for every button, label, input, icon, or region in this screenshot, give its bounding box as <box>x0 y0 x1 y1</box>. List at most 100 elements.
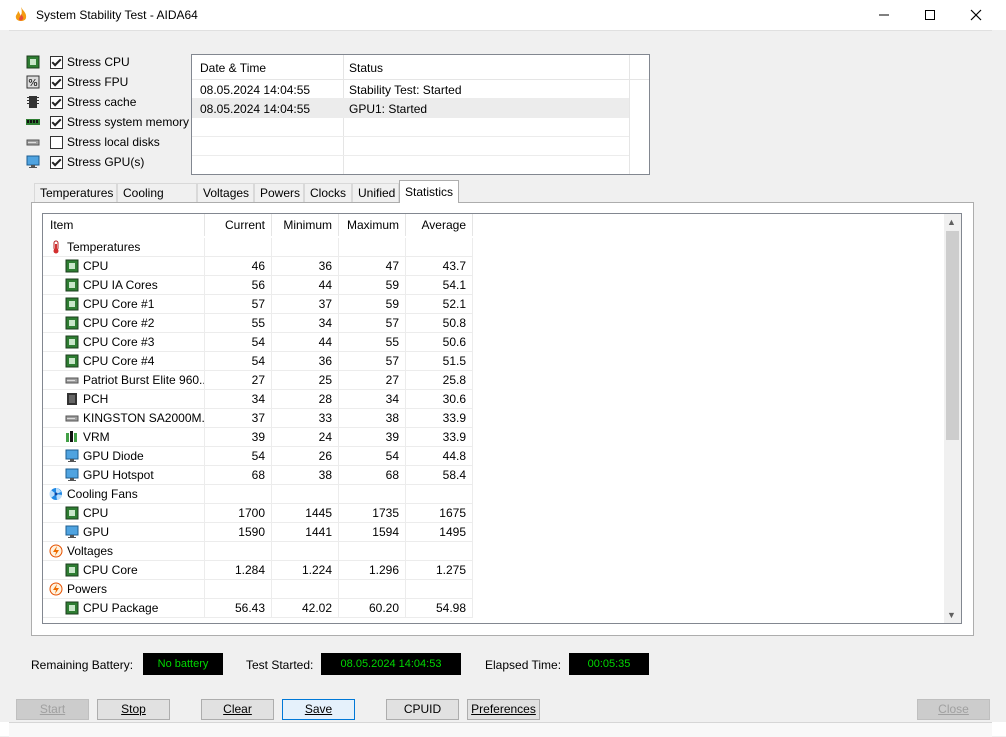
battery-value: No battery <box>143 653 223 675</box>
row-label: CPU <box>83 259 109 273</box>
table-group-row[interactable]: Voltages <box>43 542 473 561</box>
log-row[interactable]: 08.05.2024 14:04:55 GPU1: Started <box>192 99 629 118</box>
table-row[interactable]: GPU 1590 1441 1594 1495 <box>43 523 473 542</box>
table-row[interactable]: CPU Package 56.43 42.02 60.20 54.98 <box>43 599 473 618</box>
table-group-row[interactable]: Cooling Fans <box>43 485 473 504</box>
stress-option[interactable]: Stress system memory <box>26 112 189 132</box>
svg-text:%: % <box>28 78 38 89</box>
checkbox-checked[interactable] <box>50 75 63 89</box>
cell-current: 56 <box>205 276 272 295</box>
cell-item: GPU Hotspot <box>43 466 205 485</box>
column-header-item[interactable]: Item <box>43 214 205 236</box>
cell-minimum: 42.02 <box>272 599 339 618</box>
column-header-minimum[interactable]: Minimum <box>272 214 339 236</box>
close-window-button[interactable] <box>953 0 999 30</box>
event-log-list[interactable]: Date & Time Status 08.05.2024 14:04:55 S… <box>191 54 650 175</box>
row-label: CPU IA Cores <box>83 278 158 292</box>
table-row[interactable]: CPU IA Cores 56 44 59 54.1 <box>43 276 473 295</box>
cell-minimum: 38 <box>272 466 339 485</box>
stress-option[interactable]: Stress cache <box>26 92 136 112</box>
scroll-up-icon[interactable]: ▲ <box>947 217 956 227</box>
maximize-icon <box>925 10 935 20</box>
cell-minimum: 1441 <box>272 523 339 542</box>
checkbox-checked[interactable] <box>50 55 63 69</box>
stress-option[interactable]: Stress GPU(s) <box>26 152 144 172</box>
table-row[interactable]: CPU 46 36 47 43.7 <box>43 257 473 276</box>
minimize-button[interactable] <box>861 0 907 30</box>
preferences-button[interactable]: Preferences <box>467 699 540 720</box>
column-header-current[interactable]: Current <box>205 214 272 236</box>
close-button[interactable]: Close <box>917 699 990 720</box>
table-row[interactable]: CPU 1700 1445 1735 1675 <box>43 504 473 523</box>
table-row[interactable]: GPU Diode 54 26 54 44.8 <box>43 447 473 466</box>
tab-cooling-fans[interactable]: Cooling Fans <box>117 183 197 219</box>
save-button[interactable]: Save <box>282 699 355 720</box>
column-header-maximum[interactable]: Maximum <box>339 214 406 236</box>
checkbox-checked[interactable] <box>50 155 63 169</box>
table-row[interactable]: GPU Hotspot 68 38 68 58.4 <box>43 466 473 485</box>
stress-option[interactable]: % Stress FPU <box>26 72 128 92</box>
cell-maximum: 1594 <box>339 523 406 542</box>
cpuid-button[interactable]: CPUID <box>386 699 459 720</box>
table-group-row[interactable]: Temperatures <box>43 238 473 257</box>
cell-item: CPU Core <box>43 561 205 580</box>
row-label: GPU Diode <box>83 449 144 463</box>
fpu-percent-icon: % <box>26 75 42 89</box>
table-row[interactable]: PCH 34 28 34 30.6 <box>43 390 473 409</box>
stress-option[interactable]: Stress local disks <box>26 132 160 152</box>
cell-item: PCH <box>43 390 205 409</box>
tab-temperatures[interactable]: Temperatures <box>34 183 117 202</box>
cell-item: Powers <box>43 580 205 599</box>
table-row[interactable]: CPU Core #4 54 36 57 51.5 <box>43 352 473 371</box>
scrollbar-thumb[interactable] <box>946 231 959 440</box>
monitor-icon <box>65 449 79 463</box>
checkbox-unchecked[interactable] <box>50 135 63 149</box>
statistics-table[interactable]: Item Current Minimum Maximum Average Tem… <box>42 213 962 624</box>
row-label: PCH <box>83 392 109 406</box>
table-row[interactable]: CPU Core #2 55 34 57 50.8 <box>43 314 473 333</box>
log-header-datetime[interactable]: Date & Time <box>200 61 266 75</box>
column-header-average[interactable]: Average <box>406 214 473 236</box>
log-row[interactable]: 08.05.2024 14:04:55 Stability Test: Star… <box>192 80 629 99</box>
table-row[interactable]: VRM 39 24 39 33.9 <box>43 428 473 447</box>
table-row[interactable]: CPU Core #3 54 44 55 50.6 <box>43 333 473 352</box>
elapsed-time-label: Elapsed Time: <box>485 658 562 672</box>
clear-button[interactable]: Clear <box>201 699 274 720</box>
cell-minimum: 37 <box>272 295 339 314</box>
test-started-label: Test Started: <box>246 658 314 672</box>
title-bar[interactable]: System Stability Test - AIDA64 <box>0 0 1006 30</box>
scroll-down-icon[interactable]: ▼ <box>947 610 956 620</box>
cpu-chip-icon <box>65 259 79 273</box>
background-app-bottom-strip <box>9 722 992 737</box>
cell-current: 56.43 <box>205 599 272 618</box>
vertical-scrollbar[interactable]: ▲ ▼ <box>944 214 961 623</box>
cell-maximum: 1735 <box>339 504 406 523</box>
maximize-button[interactable] <box>907 0 953 30</box>
stress-option[interactable]: Stress CPU <box>26 52 130 72</box>
cell-maximum: 57 <box>339 352 406 371</box>
log-header-status[interactable]: Status <box>349 61 383 75</box>
start-button[interactable]: Start <box>16 699 89 720</box>
test-started-value: 08.05.2024 14:04:53 <box>321 653 461 675</box>
table-row[interactable]: KINGSTON SA2000M... 37 33 38 33.9 <box>43 409 473 428</box>
table-row[interactable]: Patriot Burst Elite 960... 27 25 27 25.8 <box>43 371 473 390</box>
table-row[interactable]: CPU Core 1.284 1.224 1.296 1.275 <box>43 561 473 580</box>
cell-average: 50.6 <box>406 333 473 352</box>
table-row[interactable]: CPU Core #1 57 37 59 52.1 <box>43 295 473 314</box>
cpu-chip-icon <box>26 55 42 69</box>
checkbox-checked[interactable] <box>50 95 63 109</box>
stress-option-label: Stress CPU <box>67 55 130 69</box>
cell-average: 30.6 <box>406 390 473 409</box>
tab-statistics[interactable]: Statistics <box>399 180 459 203</box>
stop-button[interactable]: Stop <box>97 699 170 720</box>
checkbox-checked[interactable] <box>50 115 63 129</box>
cell-current: 1.284 <box>205 561 272 580</box>
cell-item: Voltages <box>43 542 205 561</box>
cell-average: 51.5 <box>406 352 473 371</box>
tab-powers[interactable]: Powers <box>254 183 304 202</box>
table-group-row[interactable]: Powers <box>43 580 473 599</box>
tab-voltages[interactable]: Voltages <box>197 183 254 202</box>
tab-unified[interactable]: Unified <box>352 183 399 202</box>
cell-maximum: 59 <box>339 295 406 314</box>
tab-clocks[interactable]: Clocks <box>304 183 352 202</box>
